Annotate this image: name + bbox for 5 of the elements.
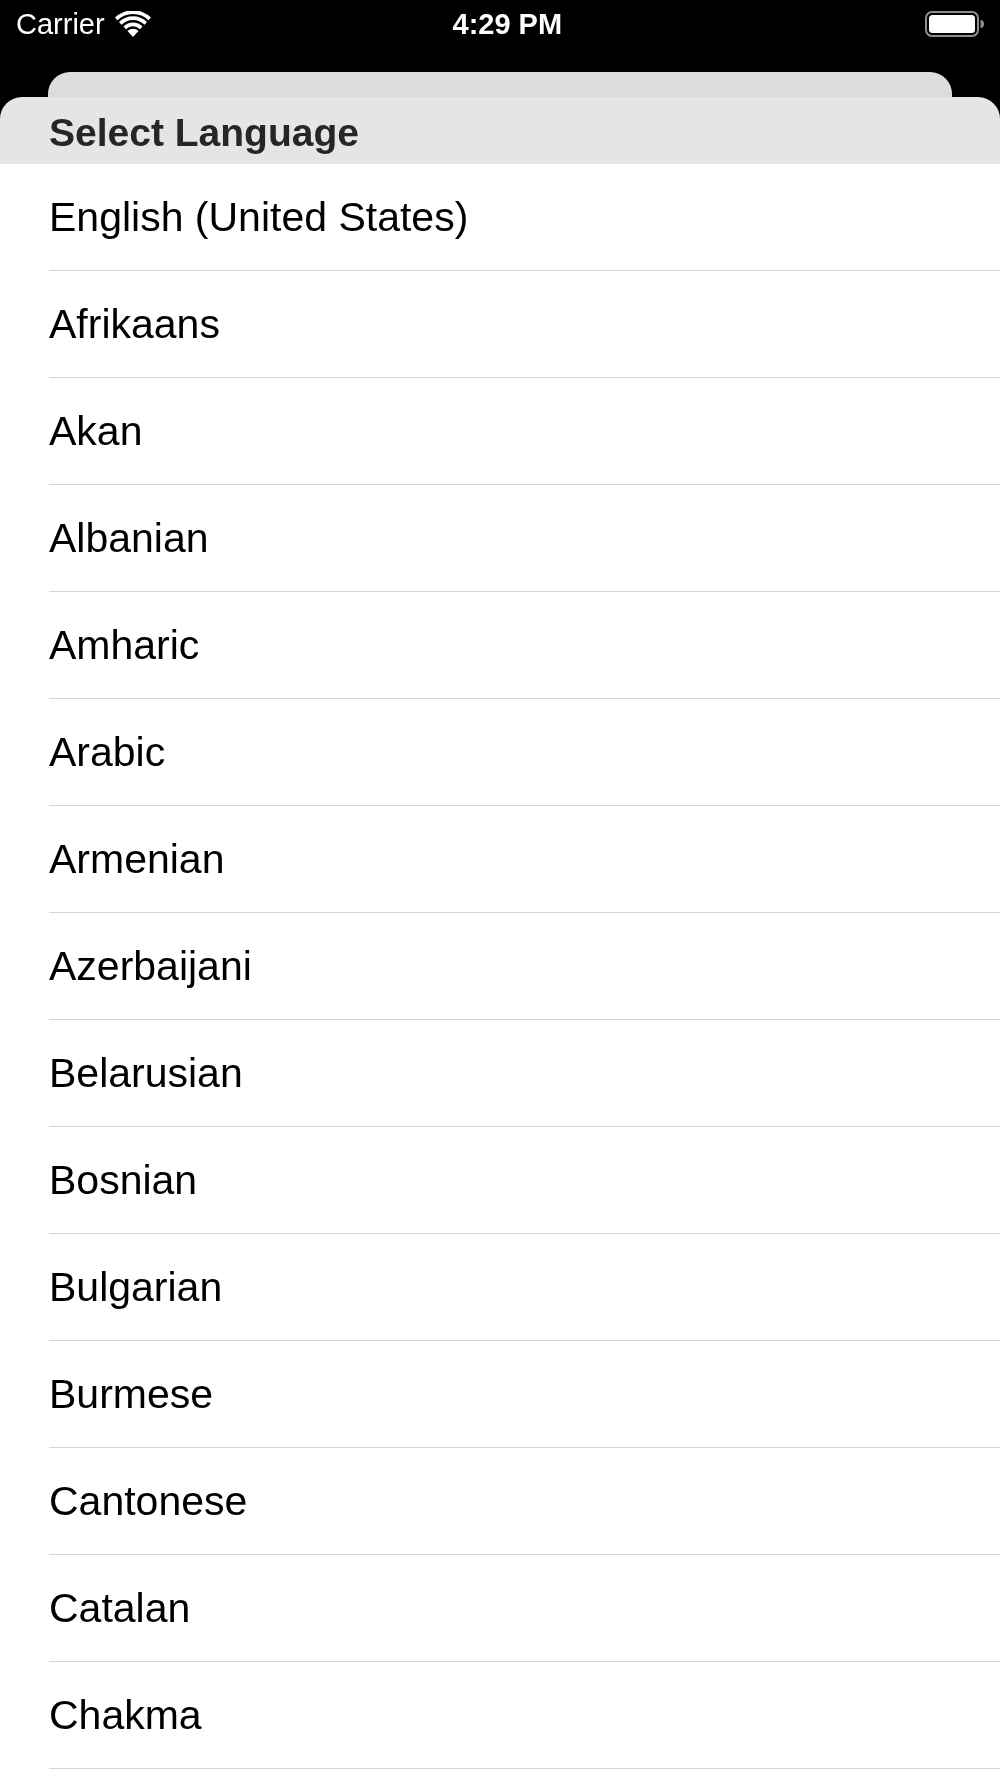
wifi-icon: [114, 11, 151, 37]
sheet-title: Select Language: [49, 110, 359, 155]
carrier-label: Carrier: [16, 7, 105, 41]
time-label: 4:29 PM: [452, 7, 563, 41]
battery-icon: [925, 11, 984, 37]
